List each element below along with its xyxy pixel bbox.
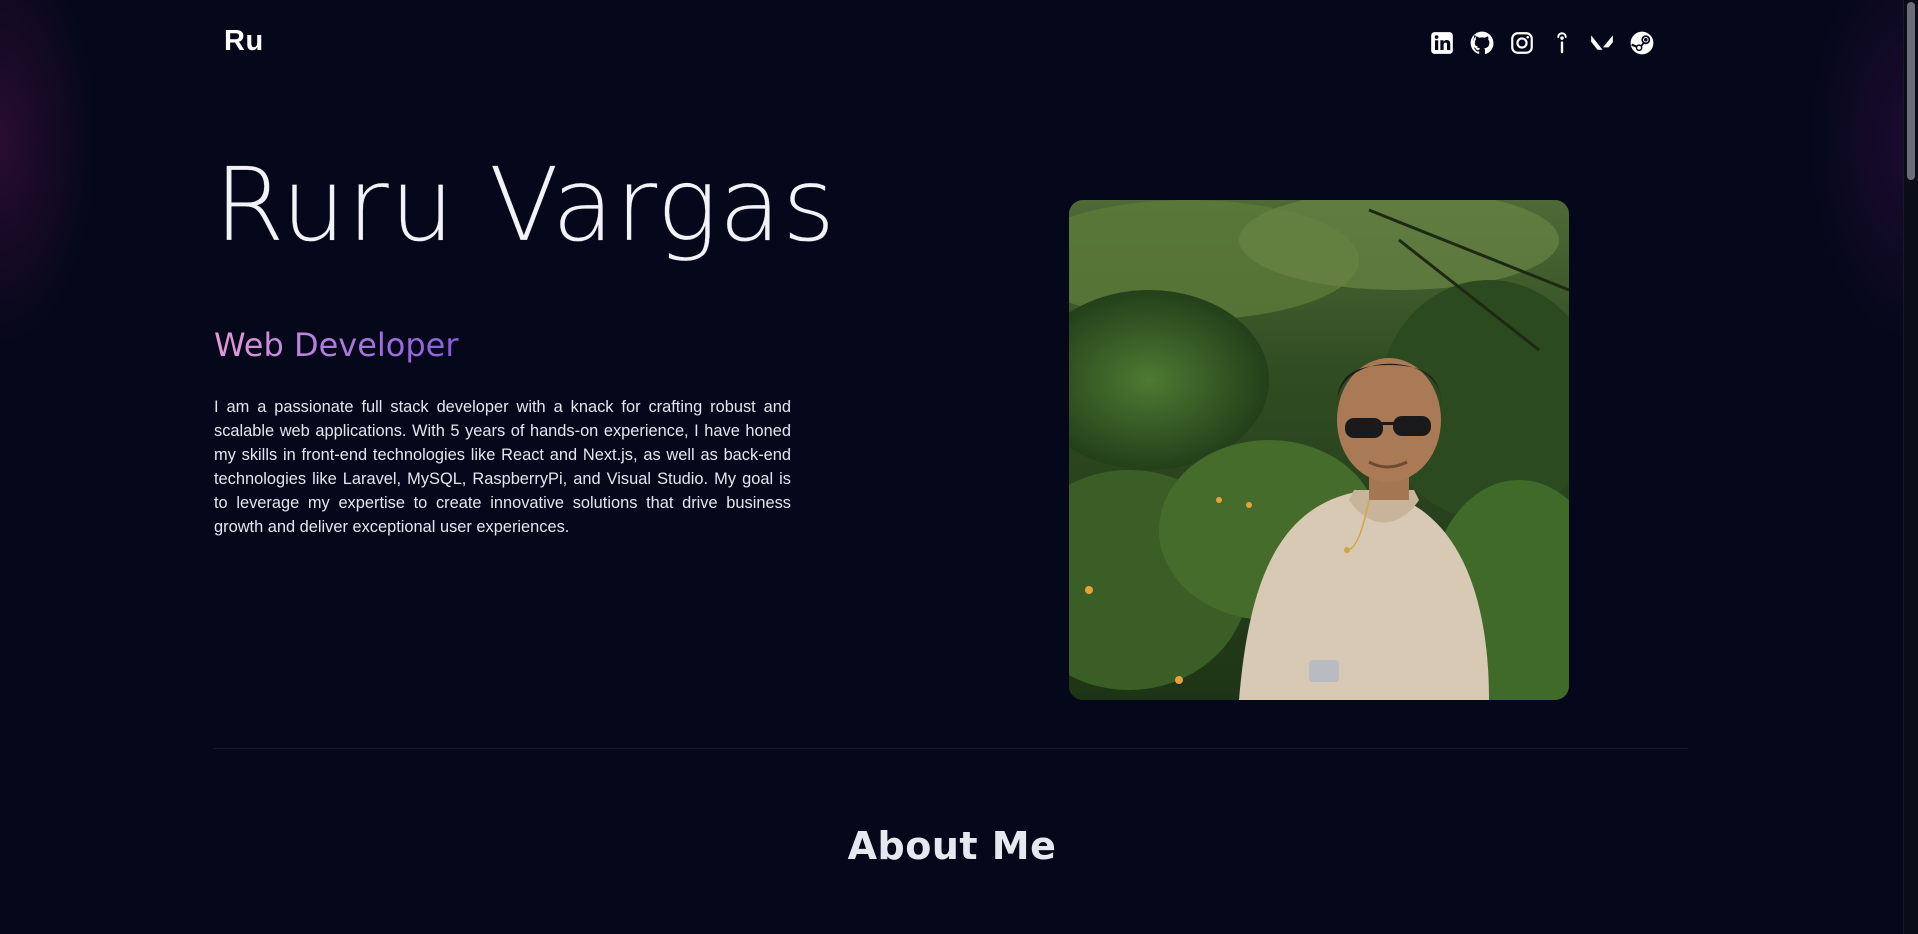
github-link[interactable] bbox=[1468, 29, 1496, 57]
brand-logo[interactable]: Ru bbox=[224, 25, 264, 58]
about-me-heading: About Me bbox=[847, 824, 1057, 868]
instagram-icon bbox=[1511, 32, 1533, 54]
ideas-icon bbox=[1557, 32, 1567, 54]
steam-link[interactable] bbox=[1628, 29, 1656, 57]
instagram-link[interactable] bbox=[1508, 29, 1536, 57]
profile-photo bbox=[1069, 200, 1569, 700]
linkedin-icon bbox=[1431, 32, 1453, 54]
page-scrollbar[interactable] bbox=[1903, 0, 1918, 934]
social-links bbox=[1428, 29, 1656, 57]
section-divider bbox=[214, 748, 1688, 749]
valorant-icon bbox=[1591, 35, 1613, 50]
top-navbar: Ru bbox=[0, 0, 1904, 90]
valorant-link[interactable] bbox=[1588, 29, 1616, 57]
steam-icon bbox=[1630, 31, 1654, 55]
portfolio-page: Ru Ruru Vargas Web Developer I am a pass… bbox=[0, 0, 1918, 934]
scrollbar-thumb[interactable] bbox=[1907, 2, 1915, 180]
profile-photo-illustration bbox=[1069, 200, 1569, 700]
github-icon bbox=[1470, 31, 1494, 55]
ideas-link[interactable] bbox=[1548, 29, 1576, 57]
hero-role: Web Developer bbox=[214, 326, 459, 364]
hero-name: Ruru Vargas bbox=[214, 146, 837, 265]
hero-description: I am a passionate full stack developer w… bbox=[214, 398, 791, 536]
linkedin-link[interactable] bbox=[1428, 29, 1456, 57]
